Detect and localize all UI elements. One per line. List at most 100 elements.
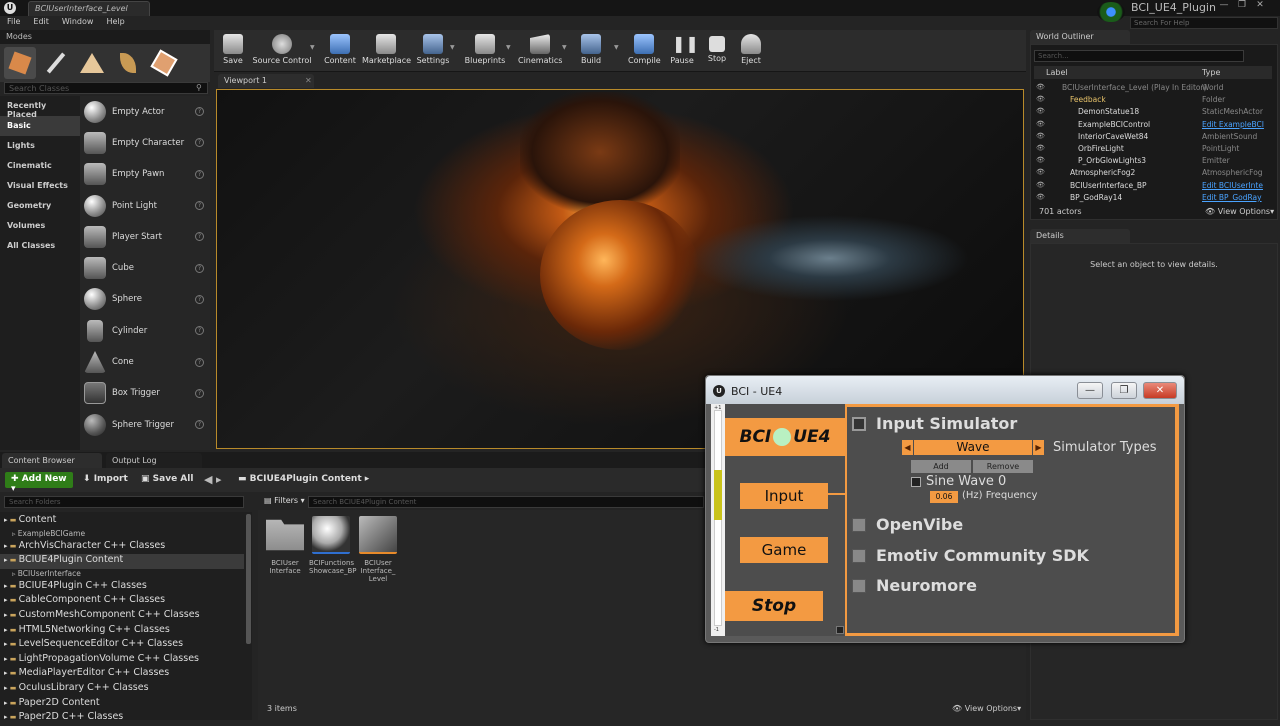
help-icon[interactable]: ? [195, 420, 204, 430]
folder-tree-item[interactable]: ▸ ▬ ArchVisCharacter C++ Classes [0, 540, 244, 555]
pause-button[interactable]: ❚❚ Pause [669, 32, 699, 70]
actor-item[interactable]: Box Trigger? [80, 378, 210, 409]
actor-item[interactable]: Empty Character? [80, 127, 210, 158]
category-geometry[interactable]: Geometry [0, 196, 80, 216]
expand-arrow-icon[interactable]: ▸ [0, 626, 10, 634]
remove-simulator-button[interactable]: Remove [973, 460, 1033, 473]
actor-item[interactable]: Cylinder? [80, 315, 210, 346]
bci-minimize-button[interactable]: — [1077, 382, 1103, 399]
folder-tree-item[interactable]: ▸ ▬ Paper2D C++ Classes [0, 711, 244, 726]
outliner-row[interactable]: 👁 BCIUserInterface_Level (Play In Editor)… [1034, 82, 1272, 94]
place-mode-icon[interactable] [4, 47, 36, 79]
actor-item[interactable]: Sphere Trigger? [80, 409, 210, 440]
expand-arrow-icon[interactable]: ▸ [0, 699, 10, 707]
category-recently-placed[interactable]: Recently Placed [0, 96, 80, 119]
expand-arrow-icon[interactable]: ▸ [0, 640, 10, 648]
category-lights[interactable]: Lights [0, 136, 80, 156]
column-label-header[interactable]: Label [1046, 68, 1068, 77]
close-button[interactable]: ✕ [1251, 0, 1269, 14]
maximize-button[interactable]: ❐ [1233, 0, 1251, 14]
menu-window[interactable]: Window [62, 17, 94, 26]
foliage-mode-icon[interactable] [112, 47, 144, 79]
add-new-button[interactable]: ✚ Add New ▾ [5, 472, 73, 494]
help-icon[interactable]: ? [195, 107, 204, 117]
chevron-down-icon[interactable]: ▼ [310, 44, 315, 51]
game-button[interactable]: Game [740, 537, 828, 563]
tab-world-outliner[interactable]: World Outliner [1030, 30, 1130, 44]
actor-item[interactable]: Cube? [80, 252, 210, 283]
outliner-row[interactable]: 👁 BCIUserInterface_BP Edit BCIUserInte [1034, 180, 1272, 192]
stop-button[interactable]: Stop [725, 591, 823, 621]
help-icon[interactable]: ? [195, 357, 204, 367]
category-volumes[interactable]: Volumes [0, 216, 80, 236]
simulator-next-arrow[interactable]: ▶ [1033, 440, 1044, 455]
tab-modes[interactable]: Modes [0, 30, 210, 44]
filters-button[interactable]: ▤ Filters ▾ [264, 496, 305, 505]
tab-content-browser[interactable]: Content Browser [2, 453, 102, 468]
expand-arrow-icon[interactable]: ▸ [0, 669, 10, 677]
outliner-view-options[interactable]: 👁 View Options▾ [1205, 207, 1274, 216]
sine-wave-checkbox[interactable] [911, 477, 921, 487]
help-icon[interactable]: ? [195, 169, 204, 179]
source-control-status-icon[interactable] [1097, 2, 1125, 22]
expand-arrow-icon[interactable]: ▸ [0, 655, 10, 663]
visibility-eye-icon[interactable]: 👁 [1036, 181, 1045, 189]
build-button[interactable]: Build [578, 32, 604, 70]
help-search-input[interactable]: Search For Help [1130, 17, 1278, 29]
folder-tree-item[interactable]: ▸ ▬ BCIUE4Plugin C++ Classes [0, 580, 244, 595]
outliner-row[interactable]: 👁 Feedback Folder [1034, 94, 1272, 106]
actor-item[interactable]: Empty Pawn? [80, 159, 210, 190]
expand-arrow-icon[interactable]: ▸ [0, 582, 10, 590]
asset-tile[interactable]: BCIUser Interface [263, 516, 307, 575]
save-all-button[interactable]: ▣ Save All [141, 474, 193, 484]
outliner-row[interactable]: 👁 InteriorCaveWet84 AmbientSound [1034, 131, 1272, 143]
asset-view-options[interactable]: 👁 View Options▾ [952, 704, 1021, 713]
help-icon[interactable]: ? [195, 326, 204, 336]
save-button[interactable]: Save [220, 32, 246, 70]
folder-tree-item[interactable]: ▹ ExampleBCIGame [0, 529, 244, 540]
breadcrumb[interactable]: ▬ BCIUE4Plugin Content ▸ [238, 474, 369, 484]
expand-arrow-icon[interactable]: ▸ [0, 596, 10, 604]
chevron-down-icon[interactable]: ▼ [614, 44, 619, 51]
actor-item[interactable]: Point Light? [80, 190, 210, 221]
category-basic[interactable]: Basic [0, 116, 80, 136]
folder-tree-item[interactable]: ▸ ▬ MediaPlayerEditor C++ Classes [0, 667, 244, 682]
category-visual-effects[interactable]: Visual Effects [0, 176, 80, 196]
folder-tree-item[interactable]: ▹ BCIUserInterface [0, 569, 244, 580]
edit-blueprint-link[interactable]: Edit BP_GodRay [1202, 193, 1262, 202]
actor-item[interactable]: Cone? [80, 346, 210, 377]
outliner-row[interactable]: 👁 P_OrbGlowLights3 Emitter [1034, 155, 1272, 167]
stop-button[interactable]: Stop [704, 32, 730, 70]
import-button[interactable]: ⬇ Import [83, 474, 128, 484]
settings-button[interactable]: Settings [416, 32, 450, 70]
visibility-eye-icon[interactable]: 👁 [1036, 95, 1045, 103]
expand-arrow-icon[interactable]: ▸ [0, 516, 10, 524]
history-nav[interactable]: ◀ ▸ [204, 473, 221, 486]
category-all-classes[interactable]: All Classes [0, 236, 80, 256]
folder-tree-item[interactable]: ▸ ▬ LevelSequenceEditor C++ Classes [0, 638, 244, 653]
menu-help[interactable]: Help [106, 17, 124, 26]
actor-item[interactable]: Player Start? [80, 221, 210, 252]
asset-tile[interactable]: BCIUser Interface_ Level [356, 516, 400, 583]
chevron-down-icon[interactable]: ▼ [562, 44, 567, 51]
source-control-button[interactable]: Source Control [252, 32, 312, 70]
folder-tree-item[interactable]: ▸ ▬ LightPropagationVolume C++ Classes [0, 653, 244, 668]
visibility-eye-icon[interactable]: 👁 [1036, 107, 1045, 115]
chevron-down-icon[interactable]: ▼ [506, 44, 511, 51]
help-icon[interactable]: ? [195, 263, 204, 273]
help-icon[interactable]: ? [195, 232, 204, 242]
visibility-eye-icon[interactable]: 👁 [1036, 132, 1045, 140]
folder-tree-scrollbar[interactable] [246, 514, 251, 644]
folder-tree-item[interactable]: ▸ ▬ Paper2D Content [0, 697, 244, 712]
folder-tree-item[interactable]: ▸ ▬ Content [0, 514, 244, 529]
expand-arrow-icon[interactable]: ▹ [0, 530, 18, 538]
outliner-row[interactable]: 👁 ExampleBCIControl Edit ExampleBCI [1034, 119, 1272, 131]
bci-maximize-button[interactable]: ❐ [1111, 382, 1137, 399]
frequency-input[interactable]: 0.06 [930, 491, 958, 503]
menu-file[interactable]: File [7, 17, 20, 26]
visibility-eye-icon[interactable]: 👁 [1036, 168, 1045, 176]
expand-arrow-icon[interactable]: ▸ [0, 684, 10, 692]
content-button[interactable]: Content [324, 32, 356, 70]
edit-blueprint-link[interactable]: Edit ExampleBCI [1202, 120, 1264, 129]
resize-grip-icon[interactable] [836, 626, 844, 634]
